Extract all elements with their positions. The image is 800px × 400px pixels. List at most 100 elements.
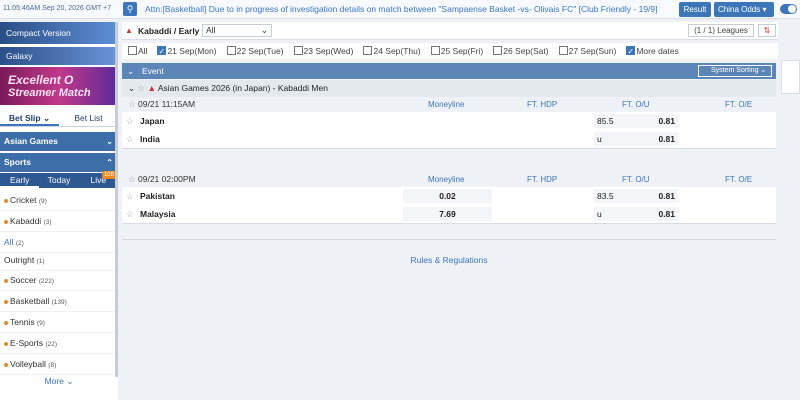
date-label: 26 Sep(Sat)	[503, 46, 549, 56]
theme-toggle[interactable]	[780, 4, 797, 14]
col-ft-ou: FT. O/U	[622, 175, 650, 184]
team-row: ☆ Japan 85.5 0.81	[122, 112, 776, 130]
sidebar-item-cricket[interactable]: Cricket (9)	[0, 190, 118, 211]
side-widget[interactable]	[781, 60, 800, 94]
moneyline-odds[interactable]: 7.69	[403, 207, 492, 221]
sidebar-item-outright[interactable]: Outright (1)	[0, 250, 118, 271]
tab-today[interactable]: Today	[39, 173, 78, 188]
sidebar-item-tennis[interactable]: Tennis (9)	[0, 312, 118, 333]
checkbox[interactable]	[128, 46, 137, 55]
live-count-badge: 108	[101, 171, 116, 179]
page-title: Kabaddi / Early	[138, 26, 200, 36]
date-27-sep[interactable]: 27 Sep(Sun)	[558, 43, 616, 59]
ou-line: 85.5	[594, 114, 624, 128]
date-all[interactable]: All	[128, 43, 147, 59]
market-filter-select[interactable]: All ⌄	[202, 24, 272, 37]
sidebar-item-volleyball[interactable]: Volleyball (8)	[0, 354, 118, 375]
banner-line2: Streamer Match	[8, 87, 91, 99]
announcement-ticker[interactable]: Attn:[Basketball] Due to in progress of …	[145, 4, 670, 14]
sport-name: Cricket	[10, 195, 37, 205]
sidebar-item-soccer[interactable]: Soccer (222)	[0, 270, 118, 291]
ou-line: u	[594, 207, 624, 221]
star-icon[interactable]: ☆	[126, 187, 134, 205]
compact-version-button[interactable]: Compact Version	[0, 22, 118, 44]
ou-odds[interactable]: 0.81	[624, 132, 679, 146]
date-21-sep[interactable]: 21 Sep(Mon)	[157, 43, 217, 60]
rules-link[interactable]: Rules & Regulations	[122, 255, 776, 265]
chevron-down-icon: ▾	[762, 5, 767, 14]
result-button[interactable]: Result	[679, 2, 711, 17]
star-icon[interactable]: ☆	[126, 130, 134, 148]
tab-bet-slip[interactable]: Bet Slip ⌄	[0, 109, 59, 126]
system-sorting-dropdown[interactable]: System Sorting ⌄	[698, 65, 772, 77]
chevron-up-icon: ⌃	[106, 158, 113, 167]
checkbox[interactable]	[558, 46, 568, 55]
search-icon[interactable]: ⚲	[123, 2, 137, 16]
checkbox[interactable]	[626, 44, 636, 60]
date-24-sep[interactable]: 24 Sep(Thu)	[363, 43, 421, 59]
checkbox[interactable]	[430, 46, 440, 55]
sport-name: E-Sports	[10, 338, 44, 348]
star-icon[interactable]: ☆	[138, 83, 146, 93]
league-icon: ▲	[147, 83, 156, 93]
checkbox[interactable]	[157, 44, 167, 60]
col-ft-hdp: FT. HDP	[527, 100, 558, 109]
team-row: ☆ Malaysia 7.69 u 0.81	[122, 205, 776, 223]
ou-odds[interactable]: 0.81	[624, 207, 679, 221]
sidebar-scrollbar[interactable]	[115, 22, 118, 377]
divider	[122, 239, 776, 240]
galaxy-banner[interactable]: Galaxy	[0, 47, 118, 65]
date-23-sep[interactable]: 23 Sep(Wed)	[293, 43, 354, 59]
col-moneyline: Moneyline	[428, 100, 465, 109]
team-name: Malaysia	[140, 209, 176, 219]
match-time-text: 09/21 02:00PM	[138, 174, 196, 184]
promo-banner[interactable]: Excellent O Streamer Match	[0, 67, 118, 105]
asian-games-header[interactable]: Asian Games ⌄	[0, 132, 118, 151]
sport-count: (9)	[38, 198, 47, 205]
star-icon[interactable]: ☆	[128, 99, 136, 109]
star-icon[interactable]: ☆	[128, 174, 136, 184]
leagues-selector[interactable]: (1 / 1) Leagues	[688, 24, 754, 37]
league-row[interactable]: ⌄ ☆ ▲ Asian Games 2026 (in Japan) - Kaba…	[122, 80, 776, 97]
chevron-down-icon[interactable]: ⌄	[128, 83, 135, 93]
date-26-sep[interactable]: 26 Sep(Sat)	[493, 43, 549, 59]
tab-early[interactable]: Early	[0, 173, 40, 188]
more-sports-link[interactable]: More ⌄	[0, 376, 118, 387]
sort-icon[interactable]: ⇅	[758, 24, 776, 37]
ou-odds[interactable]: 0.81	[624, 189, 679, 203]
date-label: 23 Sep(Wed)	[303, 46, 354, 56]
moneyline-odds[interactable]: 0.02	[403, 189, 492, 203]
sidebar-item-basketball[interactable]: Basketball (139)	[0, 291, 118, 312]
date-25-sep[interactable]: 25 Sep(Fri)	[430, 43, 483, 59]
checkbox[interactable]	[226, 46, 236, 55]
more-label: More	[44, 376, 64, 386]
chevron-down-icon[interactable]: ⌄	[127, 63, 134, 79]
tab-live[interactable]: Live 108	[79, 171, 118, 188]
star-icon[interactable]: ☆	[126, 205, 134, 223]
checkbox[interactable]	[293, 46, 303, 55]
date-filter: All 21 Sep(Mon) 22 Sep(Tue) 23 Sep(Wed) …	[122, 43, 778, 60]
team-name: Japan	[140, 116, 165, 126]
date-more[interactable]: More dates	[626, 43, 679, 60]
ou-line: 83.5	[594, 189, 624, 203]
ou-odds[interactable]: 0.81	[624, 114, 679, 128]
odds-type-dropdown[interactable]: China Odds ▾	[714, 2, 774, 17]
date-22-sep[interactable]: 22 Sep(Tue)	[226, 43, 284, 59]
top-bar: 11:05:46AM Sep 20, 2026 GMT +7 ⚲ Attn:[B…	[0, 0, 800, 19]
clock: 11:05:46AM Sep 20, 2026 GMT +7	[3, 5, 112, 12]
sport-name: Basketball	[10, 296, 50, 306]
col-ft-oe: FT. O/E	[725, 100, 753, 109]
sport-name: Volleyball	[10, 359, 46, 369]
sports-header[interactable]: Sports ⌃	[0, 153, 118, 172]
sidebar-item-esports[interactable]: E-Sports (22)	[0, 333, 118, 354]
team-name: Pakistan	[140, 191, 175, 201]
sport-name: Tennis	[10, 317, 35, 327]
checkbox[interactable]	[493, 46, 503, 55]
banner-line1: Excellent O	[8, 73, 74, 87]
sport-count: (8)	[48, 362, 57, 369]
star-icon[interactable]: ☆	[126, 112, 134, 130]
system-sorting-label: System Sorting	[711, 67, 759, 74]
checkbox[interactable]	[363, 46, 373, 55]
tab-bet-list[interactable]: Bet List	[59, 109, 118, 126]
sidebar-item-kabaddi[interactable]: Kabaddi (3)	[0, 211, 118, 232]
